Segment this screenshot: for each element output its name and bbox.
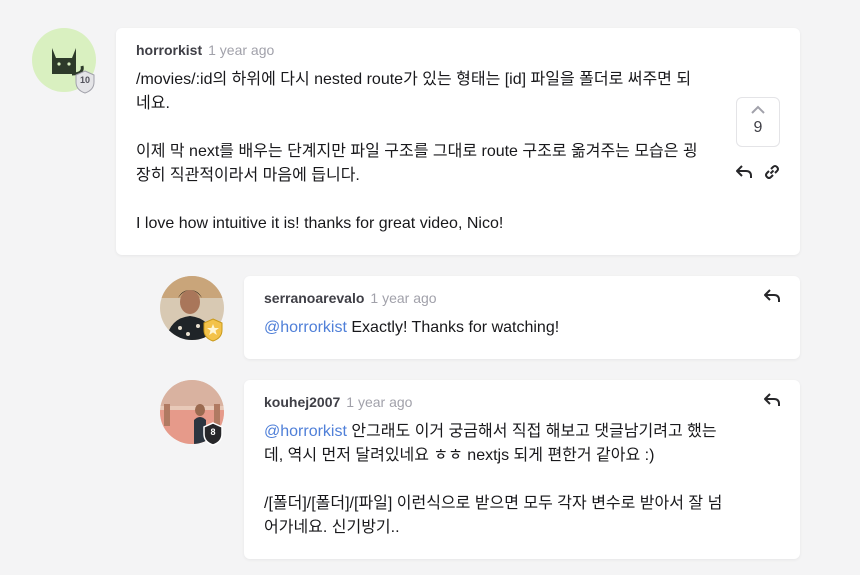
user-mention[interactable]: @horrorkist <box>264 423 347 440</box>
comment-line: 장히 직관적이라서 마음에 듭니다. <box>136 167 360 184</box>
badge-level-text: 10 <box>79 75 90 85</box>
comment-time: 1 year ago <box>208 42 275 58</box>
reply-icon <box>736 165 752 178</box>
comment-body: @horrorkist 안그래도 이거 궁금해서 직접 해보고 댓글남기려고 했… <box>264 420 774 540</box>
comment-line: 이제 막 next를 배우는 단계지만 파일 구조를 그대로 route 구조로… <box>136 143 698 160</box>
level-badge: 8 <box>202 422 224 446</box>
comment-time: 1 year ago <box>346 394 413 410</box>
comment-meta: serranoarevalo 1 year ago <box>264 290 437 306</box>
level-badge <box>202 318 224 342</box>
comment-meta: kouhej2007 1 year ago <box>264 394 412 410</box>
reply-card: kouhej2007 1 year ago @horrorkist 안그래도 이거… <box>244 380 800 559</box>
comment-line: 안그래도 이거 궁금해서 직접 해보고 댓글남기려고 했는 <box>346 423 717 440</box>
user-mention[interactable]: @horrorkist <box>264 319 347 336</box>
comment-card: horrorkist 1 year ago /movies/:id의 하위에 다시… <box>116 28 800 255</box>
avatar-horrorkist[interactable]: 10 <box>32 28 96 94</box>
comment-body: @horrorkist Exactly! Thanks for watching… <box>264 316 774 340</box>
reply-icon <box>764 393 780 406</box>
level-badge: 10 <box>74 70 96 94</box>
comment-line: 데, 역시 먼저 달려있네요 ㅎㅎ nextjs 되게 편한거 같아요 :) <box>264 447 655 464</box>
comment-author[interactable]: serranoarevalo <box>264 290 364 306</box>
comment-line: 어가네요. 신기방기.. <box>264 519 400 536</box>
comment-line: /[폴더]/[폴더]/[파일] 이런식으로 받으면 모두 각자 변수로 받아서 … <box>264 495 723 512</box>
upvote-button[interactable]: 9 <box>736 97 780 147</box>
comment-author[interactable]: horrorkist <box>136 42 202 58</box>
badge-level-text: 8 <box>210 427 216 437</box>
comment-author[interactable]: kouhej2007 <box>264 394 340 410</box>
vote-count: 9 <box>753 119 763 136</box>
reply-card: serranoarevalo 1 year ago @horrorkist Exa… <box>244 276 800 359</box>
reply-button[interactable] <box>734 162 754 182</box>
comment-meta: horrorkist 1 year ago <box>136 42 274 58</box>
copy-link-button[interactable] <box>762 162 782 182</box>
avatar-kouhej2007[interactable]: 8 <box>160 380 224 446</box>
comment-line: /movies/:id의 하위에 다시 nested route가 있는 형태는… <box>136 71 692 88</box>
link-icon <box>765 165 779 179</box>
avatar-serranoarevalo[interactable] <box>160 276 224 342</box>
comment-line: 네요. <box>136 95 170 112</box>
comment-body: /movies/:id의 하위에 다시 nested route가 있는 형태는… <box>136 68 716 236</box>
comment-line: I love how intuitive it is! thanks for g… <box>136 215 504 232</box>
chevron-up-icon <box>751 105 765 114</box>
reply-icon <box>764 289 780 302</box>
reply-button[interactable] <box>762 390 782 410</box>
comment-text: Exactly! Thanks for watching! <box>346 319 560 336</box>
reply-button[interactable] <box>762 286 782 306</box>
shield-icon <box>203 318 223 342</box>
comment-time: 1 year ago <box>370 290 437 306</box>
